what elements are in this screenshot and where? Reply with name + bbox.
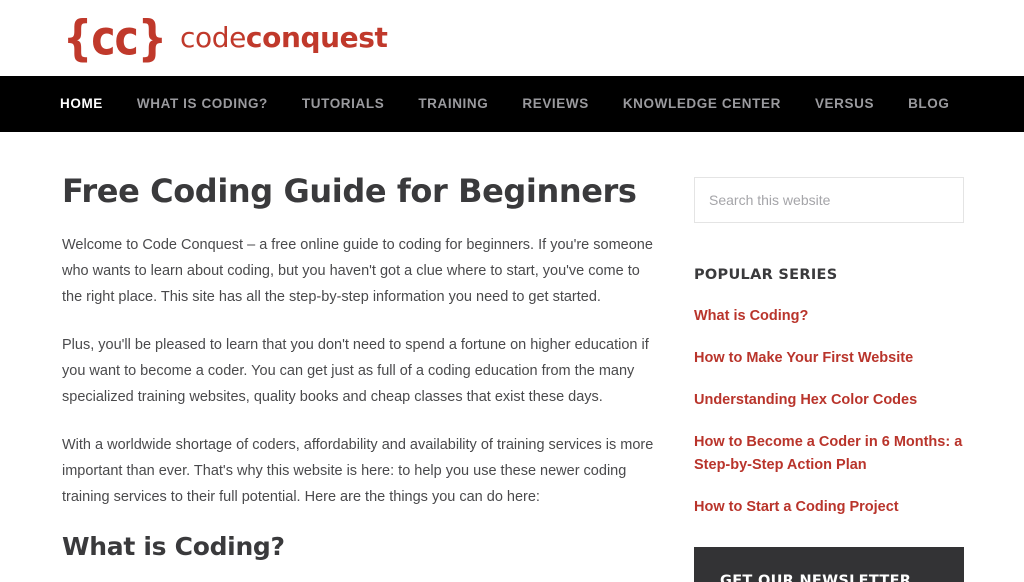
intro-paragraph-2: Plus, you'll be pleased to learn that yo… bbox=[62, 337, 649, 405]
sidebar: POPULAR SERIES What is Coding? How to Ma… bbox=[694, 172, 964, 582]
list-item: How to Start a Coding Project bbox=[694, 496, 964, 519]
popular-series-list: What is Coding? How to Make Your First W… bbox=[694, 305, 964, 519]
nav-item-tutorials[interactable]: TUTORIALS bbox=[302, 76, 384, 132]
nav-item-home[interactable]: HOME bbox=[60, 76, 103, 132]
nav-item-what-is-coding[interactable]: WHAT IS CODING? bbox=[137, 76, 268, 132]
newsletter-heading: GET OUR NEWSLETTER bbox=[720, 573, 912, 582]
nav-item-reviews[interactable]: REVIEWS bbox=[522, 76, 588, 132]
site-header: {cc} codeconquest bbox=[0, 0, 1024, 76]
logo-word-code: code bbox=[179, 21, 246, 54]
list-item: How to Become a Coder in 6 Months: a Ste… bbox=[694, 431, 964, 477]
series-link-what-is-coding[interactable]: What is Coding? bbox=[694, 305, 964, 328]
logo-word-conquest: conquest bbox=[245, 21, 388, 54]
nav-item-versus[interactable]: VERSUS bbox=[815, 76, 874, 132]
popular-series-heading: POPULAR SERIES bbox=[694, 267, 838, 283]
intro-paragraph-1: Welcome to Code Conquest – a free online… bbox=[62, 237, 653, 305]
logo-wordmark: codeconquest bbox=[180, 24, 388, 52]
site-logo[interactable]: {cc} codeconquest bbox=[63, 13, 388, 61]
series-link-first-website[interactable]: How to Make Your First Website bbox=[694, 347, 964, 370]
nav-item-training[interactable]: TRAINING bbox=[418, 76, 488, 132]
list-item: Understanding Hex Color Codes bbox=[694, 389, 964, 412]
page-title: Free Coding Guide for Beginners bbox=[62, 172, 637, 210]
series-link-start-coding-project[interactable]: How to Start a Coding Project bbox=[694, 496, 964, 519]
page-wrapper: Free Coding Guide for Beginners Welcome … bbox=[0, 132, 1024, 582]
section-heading-what-is-coding: What is Coding? bbox=[62, 532, 285, 561]
newsletter-widget: GET OUR NEWSLETTER Enter your email addr… bbox=[694, 547, 964, 582]
series-link-hex-color-codes[interactable]: Understanding Hex Color Codes bbox=[694, 389, 964, 412]
list-item: What is Coding? bbox=[694, 305, 964, 328]
nav-item-knowledge-center[interactable]: KNOWLEDGE CENTER bbox=[623, 76, 781, 132]
intro-paragraph-3: With a worldwide shortage of coders, aff… bbox=[62, 437, 654, 505]
search-input[interactable] bbox=[694, 177, 964, 223]
list-item: How to Make Your First Website bbox=[694, 347, 964, 370]
series-link-coder-in-6-months[interactable]: How to Become a Coder in 6 Months: a Ste… bbox=[694, 431, 964, 477]
logo-brackets-icon: {cc} bbox=[63, 9, 167, 66]
nav-item-blog[interactable]: BLOG bbox=[908, 76, 949, 132]
main-navigation: HOME WHAT IS CODING? TUTORIALS TRAINING … bbox=[0, 76, 1024, 132]
main-content: Free Coding Guide for Beginners Welcome … bbox=[62, 172, 662, 561]
